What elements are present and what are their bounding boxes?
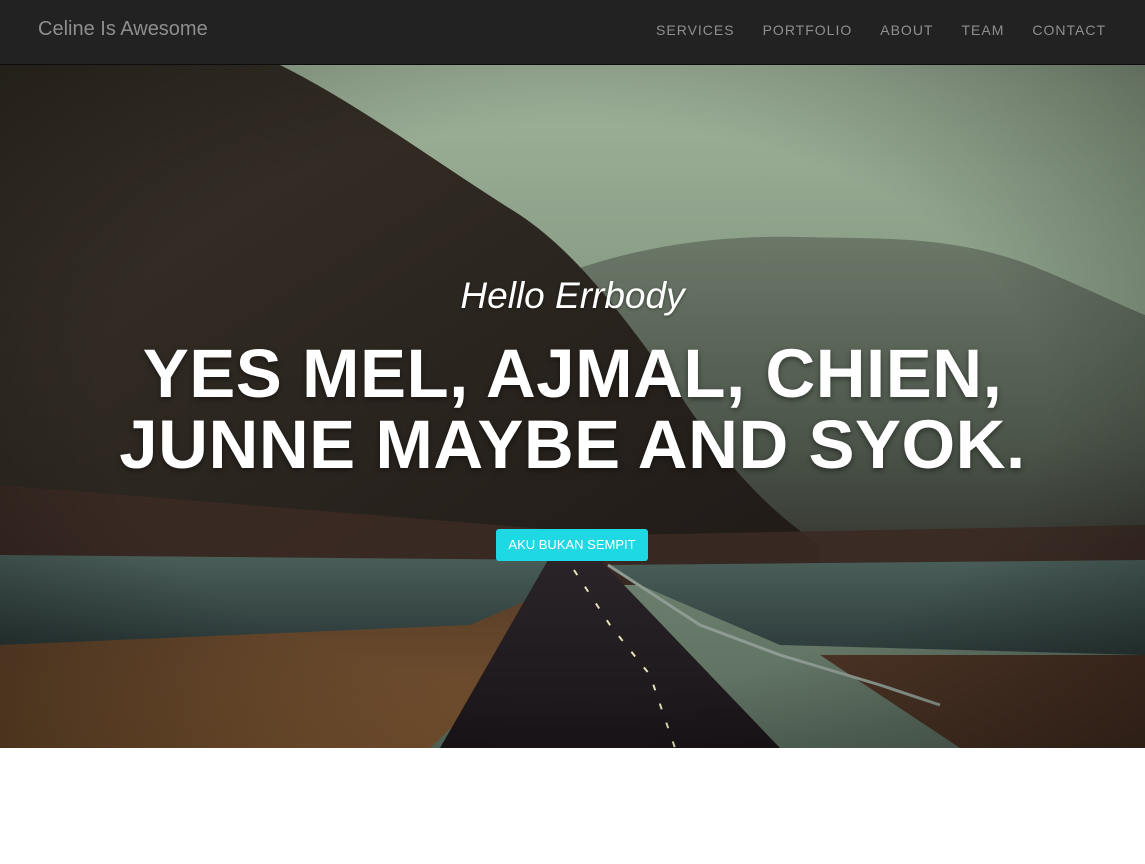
hero-heading: YES MEL, AJMAL, CHIEN, JUNNE MAYBE AND S… [119,335,1026,483]
nav-link-portfolio[interactable]: PORTFOLIO [763,22,853,38]
nav-menu: SERVICES PORTFOLIO ABOUT TEAM CONTACT [656,22,1106,38]
hero-cta-button[interactable]: AKU BUKAN SEMPIT [496,529,648,561]
hero-section: Hello Errbody YES MEL, AJMAL, CHIEN, JUN… [0,65,1145,748]
hero-content: Hello Errbody YES MEL, AJMAL, CHIEN, JUN… [0,65,1145,748]
nav-link-team[interactable]: TEAM [961,22,1004,38]
nav-link-about[interactable]: ABOUT [880,22,933,38]
nav-link-contact[interactable]: CONTACT [1032,22,1106,38]
hero-lead-in: Hello Errbody [460,275,685,316]
brand-link[interactable]: Celine Is Awesome [38,18,208,41]
nav-link-services[interactable]: SERVICES [656,22,735,38]
top-navbar: Celine Is Awesome SERVICES PORTFOLIO ABO… [0,0,1145,65]
